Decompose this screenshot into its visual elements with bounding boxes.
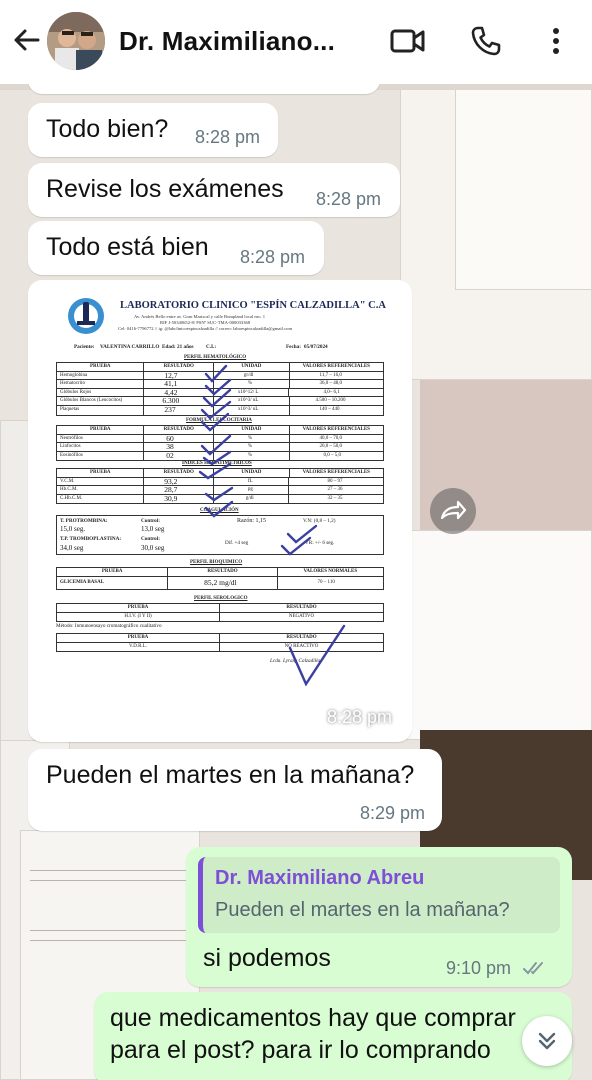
message-text: Todo está bien: [46, 233, 209, 261]
lab-report-image[interactable]: LABORATORIO CLINICO "ESPÍN CALZADILLA" C…: [34, 286, 404, 736]
scroll-to-bottom-button[interactable]: [522, 1016, 572, 1066]
arrow-left-icon: [14, 29, 40, 51]
quoted-message[interactable]: Dr. Maximiliano Abreu Pueden el martes e…: [198, 857, 560, 933]
message-text-line: para el post? para ir lo comprando: [110, 1036, 491, 1064]
message-bubble[interactable]: Pueden el martes en la mañana? 8:29 pm: [28, 749, 442, 831]
message-time: 8:28 pm: [316, 189, 382, 209]
menu-button[interactable]: [536, 22, 576, 60]
message-time: 8:29 pm: [360, 803, 426, 823]
message-time: 8:28 pm: [240, 247, 306, 267]
message-time: 8:28 pm: [195, 127, 261, 147]
contact-photo: [47, 12, 105, 70]
message-text: Revise los exámenes: [46, 175, 284, 203]
chat-header: Dr. Maximiliano...: [0, 0, 592, 84]
video-camera-icon: [390, 29, 425, 53]
forward-button[interactable]: [430, 488, 476, 534]
contact-name[interactable]: Dr. Maximiliano...: [119, 26, 335, 57]
message-time: 9:10 pm: [446, 958, 512, 978]
image-time: 8:28 pm: [326, 707, 392, 727]
message-bubble[interactable]: Todo bien? 8:28 pm: [28, 103, 278, 157]
forward-icon: [440, 500, 467, 520]
video-call-button[interactable]: [388, 22, 428, 60]
quote-author: Dr. Maximiliano Abreu: [215, 867, 425, 889]
message-text: Pueden el martes en la mañana?: [46, 761, 415, 789]
more-vertical-icon: [553, 28, 559, 54]
outgoing-message-bubble[interactable]: que medicamentos hay que comprar para el…: [94, 992, 572, 1080]
double-chevron-down-icon: [538, 1032, 556, 1050]
message-text-line: que medicamentos hay que comprar: [110, 1004, 516, 1032]
read-receipt-icon: [523, 962, 543, 975]
message-text: si podemos: [203, 944, 331, 972]
handwritten-checkmarks: [198, 364, 346, 687]
phone-icon: [471, 26, 501, 56]
back-button[interactable]: [10, 22, 44, 58]
quote-text: Pueden el martes en la mañana?: [215, 899, 510, 921]
message-text: Todo bien?: [46, 115, 169, 143]
message-bubble[interactable]: Todo está bien 8:28 pm: [28, 221, 324, 275]
message-bubble[interactable]: Revise los exámenes 8:28 pm: [28, 163, 400, 217]
voice-call-button[interactable]: [466, 22, 506, 60]
avatar[interactable]: [47, 12, 105, 70]
